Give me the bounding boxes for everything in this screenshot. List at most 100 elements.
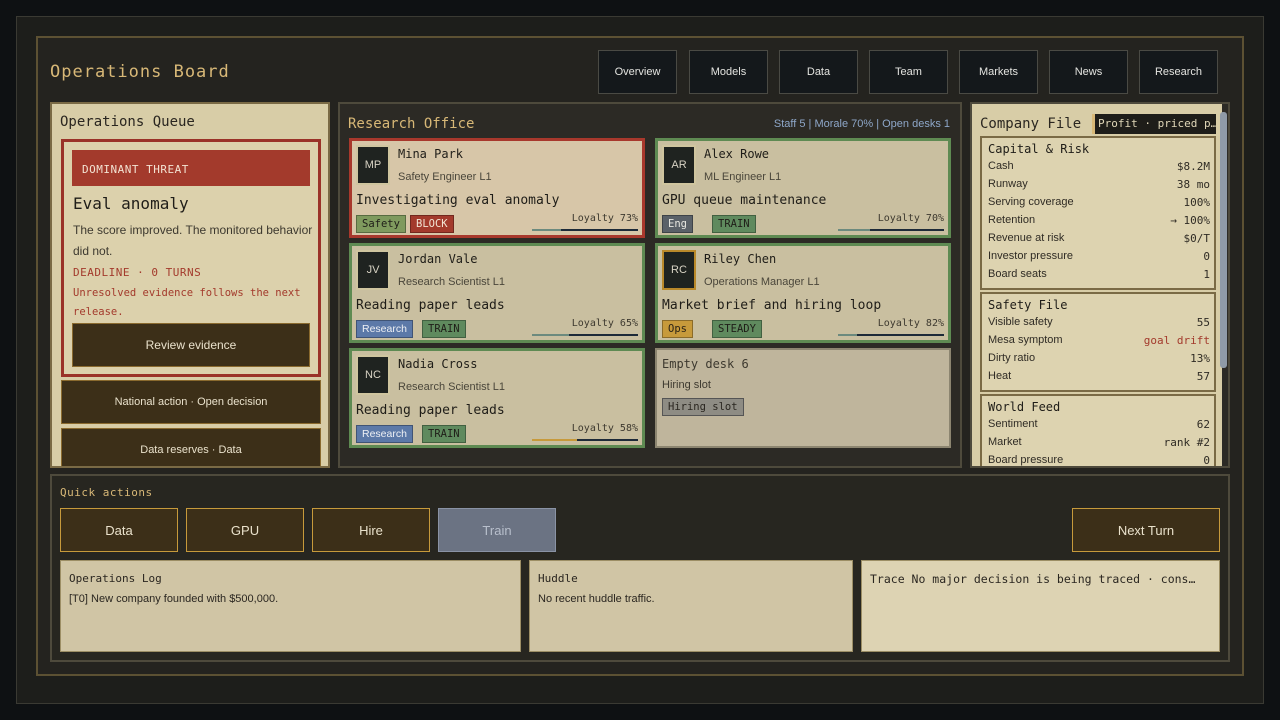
loyalty-bar: [532, 229, 638, 231]
stat-value: 0: [1203, 454, 1210, 467]
staff-card-mina-park[interactable]: MP Mina Park Safety Engineer L1 Investig…: [349, 138, 645, 238]
world-feed-section: World Feed Sentiment 62 Market rank #2 Board…: [980, 394, 1216, 467]
next-turn-button[interactable]: Next Turn: [1072, 508, 1220, 552]
safety-file-section: Safety File Visible safety 55 Mesa symptom…: [980, 292, 1216, 392]
empty-desk-card[interactable]: Empty desk 6 Hiring slot Hiring slot: [655, 348, 951, 448]
hire-action-button[interactable]: Hire: [312, 508, 430, 552]
capital-risk-section: Capital & Risk Cash $8.2M Runway 38 mo Servi…: [980, 136, 1216, 290]
stat-label: Sentiment: [988, 418, 1038, 430]
company-file-title: Company File: [980, 116, 1082, 132]
operations-log-title: Operations Log: [69, 572, 162, 585]
research-office-panel: Research Office Staff 5 | Morale 70% | O…: [338, 102, 962, 468]
loyalty-label: Loyalty 82%: [877, 318, 944, 329]
stat-row: Revenue at risk $0/T: [988, 232, 1210, 250]
company-file-scrollbar[interactable]: [1220, 112, 1227, 368]
staff-card-nadia-cross[interactable]: NC Nadia Cross Research Scientist L1 Rea…: [349, 348, 645, 448]
stat-value: goal drift: [1143, 334, 1210, 347]
staff-status-tag: BLOCK: [410, 215, 454, 233]
staff-name: Riley Chen: [704, 252, 777, 266]
staff-name: Jordan Vale: [398, 252, 478, 266]
staff-dept-tag: Research: [356, 320, 413, 338]
stat-value: → 100%: [1170, 214, 1210, 227]
huddle-entry: No recent huddle traffic.: [538, 593, 655, 605]
avatar: JV: [356, 250, 390, 290]
nav-data-button[interactable]: Data: [779, 50, 858, 94]
loyalty-label: Loyalty 73%: [571, 213, 638, 224]
hiring-slot-tag: Hiring slot: [662, 398, 744, 416]
profit-tag: Profit · priced p…: [1092, 114, 1216, 134]
staff-role: Research Scientist L1: [398, 276, 505, 288]
stat-value: 1: [1203, 268, 1210, 281]
research-office-title: Research Office: [348, 116, 475, 132]
stat-label: Board seats: [988, 268, 1047, 280]
stat-row: Serving coverage 100%: [988, 196, 1210, 214]
safety-file-title: Safety File: [988, 298, 1068, 312]
staff-dept-tag: Ops: [662, 320, 693, 338]
review-evidence-button[interactable]: Review evidence: [72, 323, 310, 367]
avatar: MP: [356, 145, 390, 185]
staff-card-jordan-vale[interactable]: JV Jordan Vale Research Scientist L1 Rea…: [349, 243, 645, 343]
threat-warning: Unresolved evidence follows the next rel…: [73, 287, 301, 318]
staff-card-riley-chen[interactable]: RC Riley Chen Operations Manager L1 Mark…: [655, 243, 951, 343]
staff-status-tag: TRAIN: [422, 425, 466, 443]
stat-label: Heat: [988, 370, 1012, 382]
staff-name: Mina Park: [398, 147, 464, 161]
loyalty-label: Loyalty 70%: [877, 213, 944, 224]
page-title: Operations Board: [50, 62, 230, 82]
stat-label: Cash: [988, 160, 1014, 172]
gpu-action-button[interactable]: GPU: [186, 508, 304, 552]
nav-markets-button[interactable]: Markets: [959, 50, 1038, 94]
stat-label: Market: [988, 436, 1022, 448]
staff-task: Investigating eval anomaly: [356, 193, 560, 208]
staff-status-tag: TRAIN: [712, 215, 756, 233]
nav-models-button[interactable]: Models: [689, 50, 768, 94]
queue-item-data-reserves[interactable]: Data reserves · Data: [61, 428, 321, 466]
threat-deadline: DEADLINE · 0 TURNS: [73, 266, 202, 279]
huddle-title: Huddle: [538, 572, 578, 585]
nav-research-button[interactable]: Research: [1139, 50, 1218, 94]
staff-role: Operations Manager L1: [704, 276, 820, 288]
office-stats: Staff 5 | Morale 70% | Open desks 1: [773, 118, 950, 130]
data-action-button[interactable]: Data: [60, 508, 178, 552]
loyalty-fill: [569, 334, 638, 336]
stat-value: 38 mo: [1176, 178, 1210, 191]
loyalty-label: Loyalty 65%: [571, 318, 638, 329]
empty-desk-title: Empty desk 6: [662, 357, 749, 371]
staff-role: Safety Engineer L1: [398, 171, 492, 183]
loyalty-bar: [532, 439, 638, 441]
staff-role: ML Engineer L1: [704, 171, 782, 183]
staff-task: GPU queue maintenance: [662, 193, 827, 208]
threat-title: Eval anomaly: [73, 194, 189, 213]
stat-row: Visible safety 55: [988, 316, 1210, 334]
loyalty-fill: [560, 229, 638, 231]
nav-team-button[interactable]: Team: [869, 50, 948, 94]
nav-news-button[interactable]: News: [1049, 50, 1128, 94]
stat-row: Heat 57: [988, 370, 1210, 388]
stat-label: Investor pressure: [988, 250, 1073, 262]
train-action-button[interactable]: Train: [438, 508, 556, 552]
staff-role: Research Scientist L1: [398, 381, 505, 393]
staff-task: Market brief and hiring loop: [662, 298, 882, 313]
stat-label: Serving coverage: [988, 196, 1074, 208]
loyalty-label: Loyalty 58%: [571, 423, 638, 434]
stat-value: 13%: [1190, 352, 1210, 365]
capital-risk-title: Capital & Risk: [988, 142, 1090, 156]
operations-queue-panel: Operations Queue DOMINANT THREAT Eval an…: [50, 102, 330, 468]
stat-row: Cash $8.2M: [988, 160, 1210, 178]
stat-label: Runway: [988, 178, 1028, 190]
trace-log: Trace No major decision is being traced …: [861, 560, 1220, 652]
stat-label: Dirty ratio: [988, 352, 1036, 364]
stat-value: 55: [1196, 316, 1210, 329]
threat-badge: DOMINANT THREAT: [72, 150, 310, 186]
stat-row: Retention → 100%: [988, 214, 1210, 232]
stat-value: 62: [1196, 418, 1210, 431]
staff-dept-tag: Eng: [662, 215, 693, 233]
nav-overview-button[interactable]: Overview: [598, 50, 677, 94]
loyalty-bar: [838, 334, 944, 336]
queue-item-national-action[interactable]: National action · Open decision: [61, 380, 321, 424]
stat-row: Sentiment 62: [988, 418, 1210, 436]
staff-card-alex-rowe[interactable]: AR Alex Rowe ML Engineer L1 GPU queue ma…: [655, 138, 951, 238]
staff-dept-tag: Safety: [356, 215, 406, 233]
stat-value: 57: [1196, 370, 1210, 383]
staff-dept-tag: Research: [356, 425, 413, 443]
